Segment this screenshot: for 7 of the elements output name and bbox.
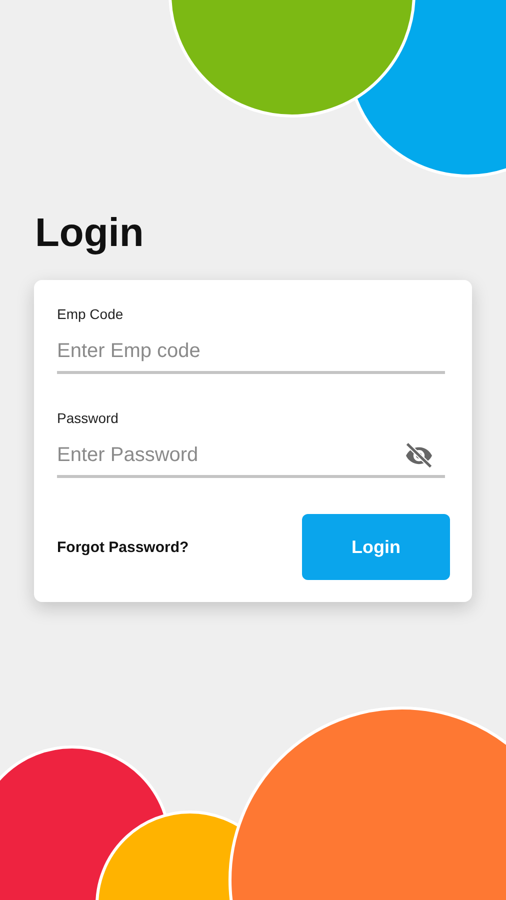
eye-slash-icon[interactable] [403, 442, 435, 468]
input-field[interactable]: Enter Password [57, 444, 445, 478]
input-field[interactable]: Enter Emp code [57, 340, 445, 374]
page-title: Login [35, 210, 145, 256]
field-label: Emp Code [57, 306, 124, 322]
field-label: Password [57, 410, 118, 426]
forgot-password-link[interactable]: Forgot Password? [57, 538, 189, 556]
